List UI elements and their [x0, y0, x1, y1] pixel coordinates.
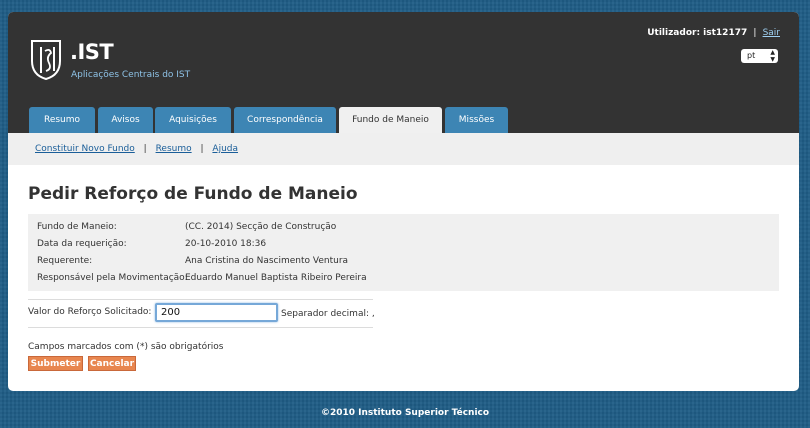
user-area: Utilizador: ist12177 | Sair — [647, 28, 780, 38]
decimal-separator-label: Separador decimal: , — [281, 309, 375, 319]
subnav-resumo[interactable]: Resumo — [156, 144, 192, 154]
reinforcement-value-input[interactable] — [155, 303, 278, 322]
header: .IST Aplicações Centrais do IST Utilizad… — [8, 12, 799, 133]
user-separator: | — [753, 28, 757, 38]
page-title: Pedir Reforço de Fundo de Maneio — [28, 184, 358, 204]
detail-label: Fundo de Maneio: — [37, 222, 117, 232]
subnav-ajuda[interactable]: Ajuda — [212, 144, 238, 154]
select-arrows-icon: ▲ ▼ — [770, 49, 775, 63]
detail-label: Responsável pela Movimentação: — [37, 273, 188, 283]
app-window: .IST Aplicações Centrais do IST Utilizad… — [8, 12, 799, 391]
subnav-constituir-novo-fundo[interactable]: Constituir Novo Fundo — [35, 144, 135, 154]
footer-copyright: ©2010 Instituto Superior Técnico — [320, 408, 490, 418]
detail-value: Ana Cristina do Nascimento Ventura — [185, 256, 349, 266]
tab-avisos[interactable]: Avisos — [98, 107, 153, 133]
detail-value: Eduardo Manuel Baptista Ribeiro Pereira — [185, 273, 367, 283]
language-value: pt — [747, 51, 756, 60]
tab-correspondencia[interactable]: Correspondência — [234, 107, 336, 133]
required-fields-note: Campos marcados com (*) são obrigatórios — [28, 342, 224, 352]
subnav-separator: | — [200, 144, 204, 154]
tab-fundo-de-maneio[interactable]: Fundo de Maneio — [339, 107, 442, 133]
detail-label: Requerente: — [37, 256, 93, 266]
subnav-separator: | — [143, 144, 147, 154]
divider — [28, 327, 373, 328]
user-label: Utilizador: ist12177 — [647, 28, 748, 38]
cancel-button[interactable]: Cancelar — [88, 356, 136, 371]
tab-aquisicoes[interactable]: Aquisições — [155, 107, 231, 133]
brand-title: .IST — [70, 40, 114, 64]
submit-button[interactable]: Submeter — [28, 356, 83, 371]
request-details: Fundo de Maneio: (CC. 2014) Secção de Co… — [28, 214, 779, 291]
tab-resumo[interactable]: Resumo — [29, 107, 95, 133]
brand-subtitle: Aplicações Centrais do IST — [71, 70, 191, 80]
tab-missoes[interactable]: Missões — [445, 107, 508, 133]
reinforcement-value-label: Valor do Reforço Solicitado: — [28, 307, 152, 317]
detail-value: 20-10-2010 18:36 — [185, 239, 267, 249]
detail-label: Data da requerição: — [37, 239, 127, 249]
sub-navigation: Constituir Novo Fundo | Resumo | Ajuda — [8, 133, 799, 165]
ist-logo-icon — [31, 40, 61, 81]
language-select[interactable]: pt ▲ ▼ — [741, 49, 778, 63]
logout-link[interactable]: Sair — [763, 28, 780, 38]
detail-value: (CC. 2014) Secção de Construção — [185, 222, 337, 232]
reinforcement-value-row: Valor do Reforço Solicitado: Separador d… — [28, 299, 375, 327]
